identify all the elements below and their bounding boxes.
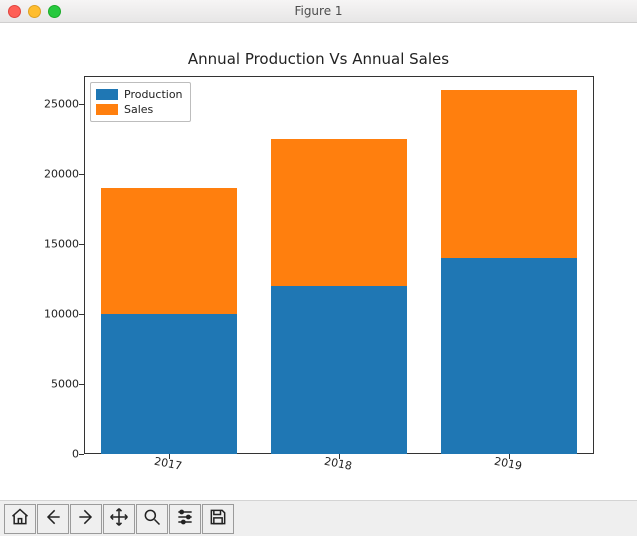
zoom-icon xyxy=(142,507,162,531)
legend-swatch xyxy=(96,89,118,100)
bar-production xyxy=(441,258,577,454)
configure-button[interactable] xyxy=(169,504,201,534)
pan-button[interactable] xyxy=(103,504,135,534)
y-tick xyxy=(79,244,84,245)
legend-label: Sales xyxy=(124,103,153,116)
figure: Annual Production Vs Annual Sales 050001… xyxy=(0,23,637,501)
forward-button[interactable] xyxy=(70,504,102,534)
legend-label: Production xyxy=(124,88,183,101)
window-title-bar: Figure 1 xyxy=(0,0,637,23)
y-tick xyxy=(79,174,84,175)
bar-production xyxy=(271,286,407,454)
y-tick xyxy=(79,314,84,315)
arrow-right-icon xyxy=(76,507,96,531)
y-tick-label: 0 xyxy=(31,448,79,461)
save-button[interactable] xyxy=(202,504,234,534)
y-tick xyxy=(79,454,84,455)
minimize-window-button[interactable] xyxy=(28,5,41,18)
chart-axes: 0500010000150002000025000 201720182019 P… xyxy=(84,76,594,454)
legend-item-sales: Sales xyxy=(96,102,183,117)
window-title: Figure 1 xyxy=(294,4,342,18)
save-icon xyxy=(208,507,228,531)
mpl-toolbar xyxy=(0,500,637,536)
traffic-lights xyxy=(8,5,61,18)
zoom-button[interactable] xyxy=(136,504,168,534)
legend: Production Sales xyxy=(90,82,191,122)
y-tick-label: 25000 xyxy=(31,98,79,111)
x-tick-label: 2017 xyxy=(153,455,183,473)
arrow-left-icon xyxy=(43,507,63,531)
y-tick xyxy=(79,104,84,105)
bar-sales xyxy=(441,90,577,258)
y-tick-label: 15000 xyxy=(31,238,79,251)
bar-sales xyxy=(271,139,407,286)
y-tick-label: 20000 xyxy=(31,168,79,181)
back-button[interactable] xyxy=(37,504,69,534)
x-tick-label: 2019 xyxy=(493,455,523,473)
y-tick-label: 10000 xyxy=(31,308,79,321)
home-button[interactable] xyxy=(4,504,36,534)
move-icon xyxy=(109,507,129,531)
bar-sales xyxy=(101,188,237,314)
bar-production xyxy=(101,314,237,454)
zoom-window-button[interactable] xyxy=(48,5,61,18)
legend-item-production: Production xyxy=(96,87,183,102)
close-window-button[interactable] xyxy=(8,5,21,18)
chart-title: Annual Production Vs Annual Sales xyxy=(0,50,637,68)
home-icon xyxy=(10,507,30,531)
legend-swatch xyxy=(96,104,118,115)
sliders-icon xyxy=(175,507,195,531)
y-tick xyxy=(79,384,84,385)
y-tick-label: 5000 xyxy=(31,378,79,391)
x-tick-label: 2018 xyxy=(323,455,353,473)
